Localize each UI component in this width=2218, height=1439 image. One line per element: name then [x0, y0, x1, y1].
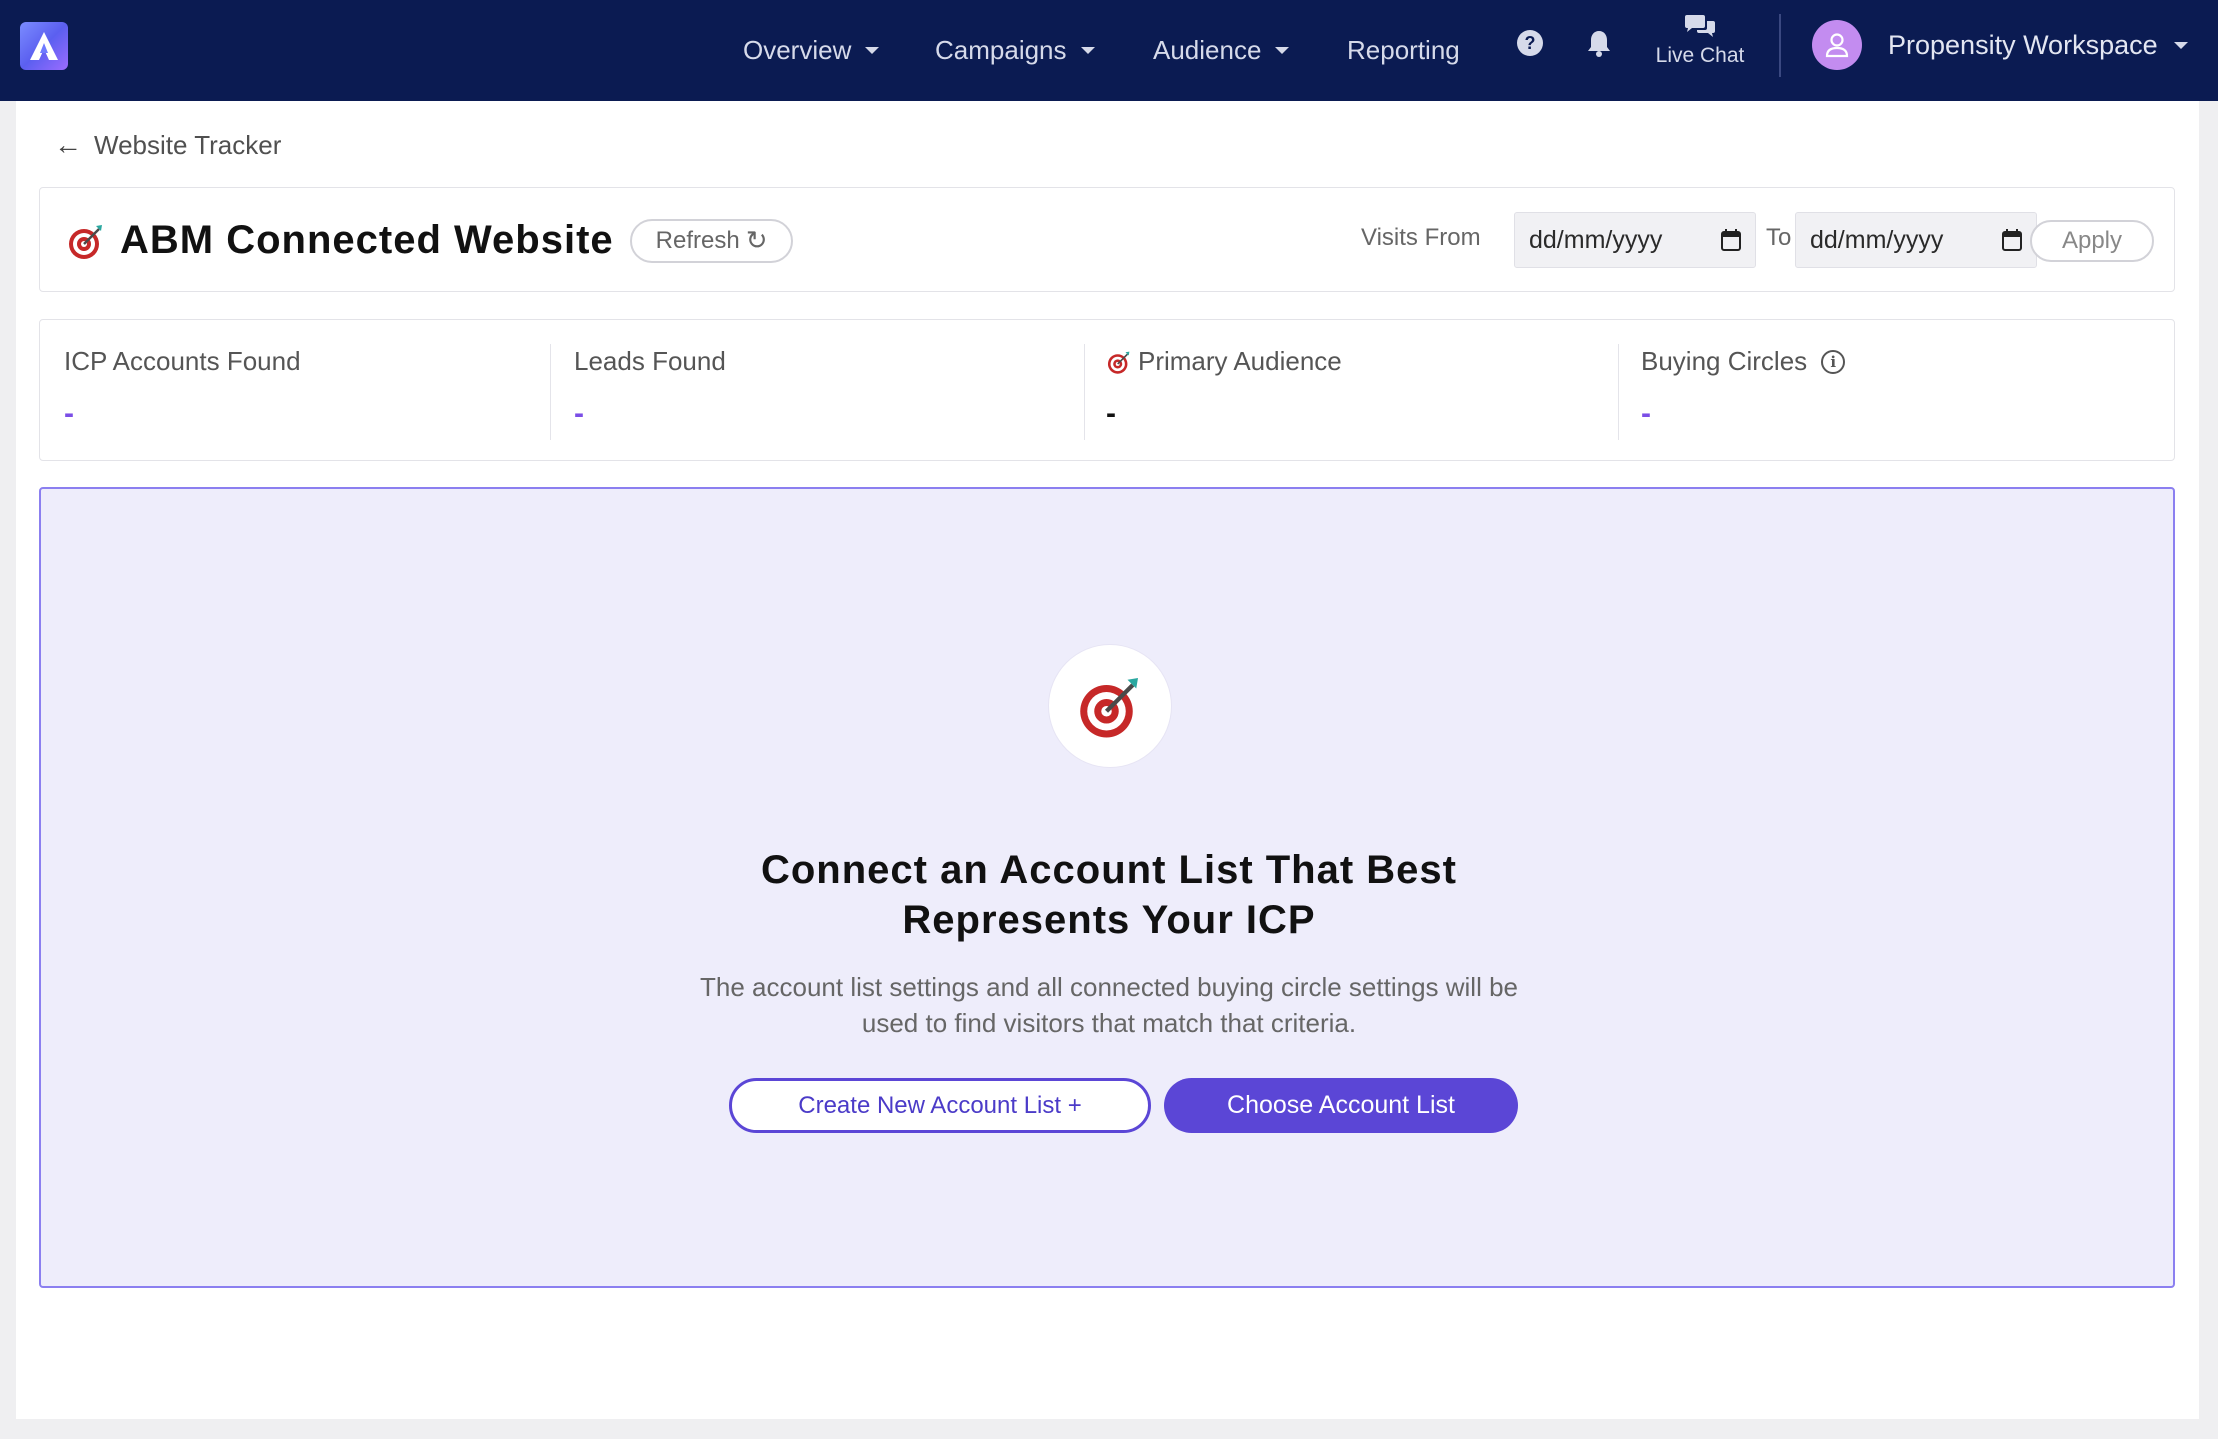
caret-down-icon	[2173, 42, 2188, 49]
stat-label: Buying Circles	[1641, 346, 1808, 376]
page-title: ABM Connected Website	[120, 218, 614, 262]
back-link-label: Website Tracker	[94, 129, 282, 160]
empty-state-panel: Connect an Account List That Best Repres…	[39, 487, 2175, 1288]
user-avatar-icon[interactable]	[1812, 20, 1862, 70]
back-link[interactable]: ← Website Tracker	[54, 129, 281, 161]
stat-icp-accounts: ICP Accounts Found -	[64, 320, 301, 462]
nav-campaigns[interactable]: Campaigns	[935, 0, 1095, 101]
stat-divider	[550, 344, 551, 440]
stat-divider	[1084, 344, 1085, 440]
nav-audience-label: Audience	[1153, 35, 1262, 65]
stat-value: -	[574, 397, 584, 430]
empty-state-icon-wrap	[1049, 645, 1171, 767]
question-circle-icon[interactable]: ?	[1515, 28, 1545, 58]
top-navbar: Overview Campaigns Audience Reporting ? …	[0, 0, 2218, 101]
live-chat-label: Live Chat	[1655, 44, 1745, 67]
workspace-switcher[interactable]: Propensity Workspace	[1888, 0, 2188, 91]
apply-button[interactable]: Apply	[2030, 220, 2154, 262]
date-to-placeholder: dd/mm/yyyy	[1810, 225, 1944, 254]
stat-buying-circles: Buying Circles i -	[1641, 320, 1846, 462]
empty-state-title: Connect an Account List That Best Repres…	[509, 845, 1709, 945]
stat-value: -	[64, 397, 74, 430]
calendar-icon[interactable]	[1721, 229, 1741, 251]
caret-down-icon	[1080, 47, 1095, 54]
stat-label: Primary Audience	[1138, 346, 1342, 376]
dart-target-icon	[69, 224, 102, 259]
workspace-label: Propensity Workspace	[1888, 30, 2158, 60]
refresh-label: Refresh	[655, 226, 740, 254]
calendar-icon[interactable]	[2002, 229, 2022, 251]
arrow-left-icon: ←	[54, 129, 82, 160]
date-to-input[interactable]: dd/mm/yyyy	[1795, 212, 2037, 268]
stat-primary-audience: Primary Audience -	[1106, 320, 1342, 462]
header-card: ABM Connected Website Refresh ↻ Visits F…	[39, 187, 2175, 292]
empty-state-title-line: Connect an Account List That Best	[760, 848, 1457, 892]
stat-value: -	[1106, 397, 1116, 430]
date-from-input[interactable]: dd/mm/yyyy	[1514, 212, 1756, 268]
stat-value: -	[1641, 397, 1651, 430]
caret-down-icon	[1275, 47, 1290, 54]
choose-account-list-button[interactable]: Choose Account List	[1164, 1078, 1518, 1133]
stat-leads-found: Leads Found -	[574, 320, 726, 462]
live-chat-button[interactable]: Live Chat	[1648, 14, 1752, 84]
empty-state-description: The account list settings and all connec…	[609, 969, 1609, 1041]
nav-reporting-label: Reporting	[1347, 35, 1460, 65]
page-content: ← Website Tracker ABM Connected Website …	[16, 101, 2199, 1419]
nav-reporting[interactable]: Reporting	[1347, 0, 1460, 101]
bell-icon[interactable]	[1584, 28, 1614, 58]
nav-campaigns-label: Campaigns	[935, 35, 1067, 65]
nav-divider	[1779, 14, 1781, 77]
svg-text:?: ?	[1525, 33, 1536, 53]
refresh-icon: ↻	[745, 225, 768, 255]
dart-target-icon	[1107, 351, 1130, 374]
empty-state-title-line: Represents Your ICP	[902, 898, 1316, 942]
stat-label-row: Buying Circles i	[1641, 346, 1846, 377]
stat-label: ICP Accounts Found	[64, 346, 301, 376]
empty-state-desc-line: The account list settings and all connec…	[700, 972, 1518, 1002]
stat-label-row: Primary Audience	[1106, 346, 1342, 377]
refresh-button[interactable]: Refresh ↻	[629, 218, 794, 263]
nav-overview-label: Overview	[743, 35, 852, 65]
page-title-group: ABM Connected Website Refresh ↻	[66, 188, 794, 293]
info-icon[interactable]: i	[1821, 349, 1846, 374]
stat-divider	[1618, 344, 1619, 440]
dart-target-icon	[1080, 678, 1138, 738]
nav-overview[interactable]: Overview	[743, 0, 880, 101]
caret-down-icon	[865, 47, 880, 54]
date-from-placeholder: dd/mm/yyyy	[1529, 225, 1663, 254]
stat-label: Leads Found	[574, 346, 726, 376]
visits-from-label: Visits From	[1361, 224, 1481, 251]
nav-audience[interactable]: Audience	[1153, 0, 1290, 101]
stats-card: ICP Accounts Found - Leads Found - Prima…	[39, 319, 2175, 461]
app-logo-icon[interactable]	[20, 22, 68, 70]
create-account-list-button[interactable]: Create New Account List +	[729, 1078, 1151, 1133]
to-label: To	[1766, 224, 1792, 251]
empty-state-desc-line: used to find visitors that match that cr…	[861, 1008, 1357, 1038]
chat-bubbles-icon	[1685, 15, 1715, 37]
